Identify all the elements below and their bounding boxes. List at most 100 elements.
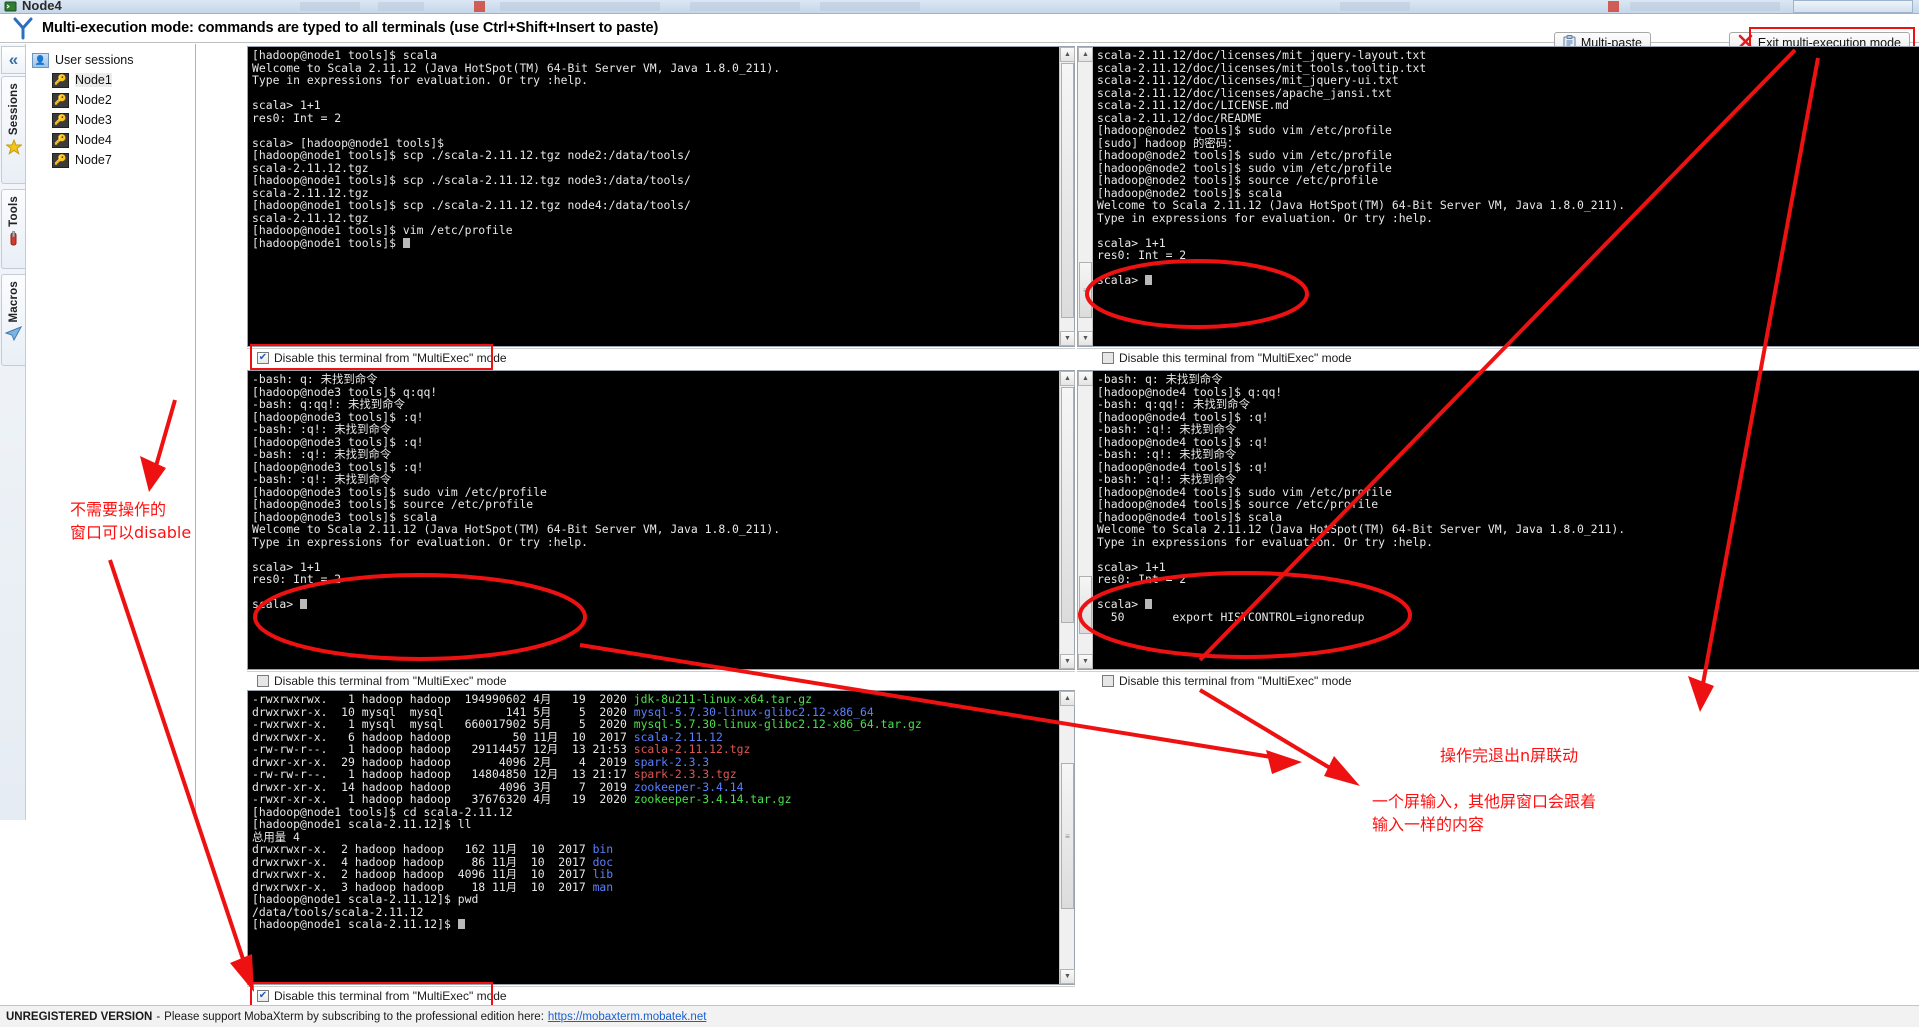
node4-disable-checkbox[interactable]	[1102, 674, 1114, 687]
node3-terminal[interactable]: -bash: q: 未找到命令 [hadoop@node3 tools]$ q:q…	[248, 371, 1058, 669]
node1-bottom-disable-checkbox[interactable]: ✔	[257, 989, 269, 1002]
node1-disable-checkbox[interactable]: ✔	[257, 351, 269, 364]
node1-bottom-terminal[interactable]: -rwxrwxrwx. 1 hadoop hadoop 194990602 4月…	[248, 691, 1058, 984]
sidebar-item-node2[interactable]: 🔑 Node2	[26, 90, 195, 110]
node1-bottom-scrollbar[interactable]: ▲ ≡ ▼	[1059, 691, 1075, 984]
terminal-line: -bash: :q!: 未找到命令	[252, 447, 392, 461]
node2-scrollbar[interactable]: ▲ ≡ ▼	[1078, 47, 1093, 346]
sidebar-item-node4[interactable]: 🔑 Node4	[26, 130, 195, 150]
arrow-head-sync-right	[1266, 750, 1302, 774]
scroll-up-icon[interactable]: ▲	[1078, 47, 1093, 62]
double-chevron-left-icon[interactable]: «	[1, 46, 25, 74]
terminal-cursor	[457, 919, 465, 929]
sidebar-item-node7[interactable]: 🔑 Node7	[26, 150, 195, 170]
terminal-filename: zookeeper-3.4.14.tar.gz	[633, 792, 792, 806]
node4-scroll-thumb[interactable]: ≡	[1079, 576, 1092, 634]
scroll-down-icon[interactable]: ▼	[1078, 331, 1093, 346]
terminal-line: [hadoop@node1 scala-2.11.12]$ pwd	[252, 892, 479, 906]
terminal-line: [hadoop@node1 tools]$ scp ./scala-2.11.1…	[252, 148, 691, 162]
window-chrome-strip: Node4	[0, 0, 1919, 14]
scroll-up-icon[interactable]: ▲	[1060, 47, 1075, 62]
scroll-up-icon[interactable]: ▲	[1078, 371, 1093, 386]
scroll-up-icon[interactable]: ▲	[1060, 691, 1075, 706]
terminal-line: Type in expressions for evaluation. Or t…	[252, 534, 589, 549]
node1-scroll-thumb[interactable]	[1061, 63, 1074, 318]
sidebar-item-label: Node4	[75, 133, 112, 147]
rail-group-tools[interactable]: Tools	[1, 189, 25, 269]
terminal-line: scala>	[1097, 598, 1919, 611]
node2-disable-checkbox[interactable]	[1102, 351, 1114, 364]
chrome-blur-1	[300, 2, 360, 11]
sessions-tree-panel: 👤 User sessions 🔑 Node1 🔑 Node2 🔑 Node3 …	[26, 44, 196, 820]
node3-scrollbar[interactable]: ▲ ▼	[1059, 371, 1075, 669]
chrome-blur-7	[1630, 2, 1780, 11]
terminal-line: scala-2.11.12/doc/licenses/mit_jquery-la…	[1097, 48, 1427, 62]
node3-scroll-thumb[interactable]	[1061, 387, 1074, 623]
node1-disable-checkbox-row[interactable]: ✔ Disable this terminal from "MultiExec"…	[247, 348, 1075, 366]
terminal-line: -bash: q: 未找到命令	[1097, 372, 1223, 386]
node1-bottom-disable-checkbox-row[interactable]: ✔ Disable this terminal from "MultiExec"…	[247, 986, 1075, 1004]
terminal-line: scala>	[1097, 274, 1919, 287]
terminal-cursor	[300, 599, 308, 609]
terminal-line: scala-2.11.12/doc/LICENSE.md	[1097, 98, 1290, 112]
scroll-down-icon[interactable]: ▼	[1060, 331, 1075, 346]
node1-bottom-terminal-frame: -rwxrwxrwx. 1 hadoop hadoop 194990602 4月…	[247, 690, 1075, 985]
annotation-sync-note: 一个屏输入，其他屏窗口会跟着 输入一样的内容	[1372, 792, 1597, 834]
terminal-line: 50 export HISTCONTROL=ignoredup	[1097, 609, 1365, 624]
window-control-buttons[interactable]	[1793, 0, 1913, 13]
terminal-line: Welcome to Scala 2.11.12 (Java HotSpot(T…	[252, 522, 781, 536]
mobaxterm-link[interactable]: https://mobaxterm.mobatek.net	[548, 1011, 707, 1023]
node4-disable-checkbox-row[interactable]: Disable this terminal from "MultiExec" m…	[1077, 671, 1919, 689]
node4-scrollbar[interactable]: ▲ ≡ ▼	[1078, 371, 1093, 669]
scroll-down-icon[interactable]: ▼	[1060, 654, 1075, 669]
terminal-line: -bash: :q!: 未找到命令	[1097, 472, 1237, 486]
scroll-down-icon[interactable]: ▼	[1078, 654, 1093, 669]
sidebar-item-label: Node7	[75, 153, 112, 167]
sidebar-item-node1[interactable]: 🔑 Node1	[26, 70, 195, 90]
terminal-line: scala> 1+1	[252, 98, 321, 112]
sidebar-item-node3[interactable]: 🔑 Node3	[26, 110, 195, 130]
terminal-line: [hadoop@node4 tools]$ source /etc/profil…	[1097, 497, 1379, 511]
node2-scroll-thumb[interactable]: ≡	[1079, 262, 1092, 318]
paper-plane-icon	[4, 326, 23, 344]
terminal-icon	[4, 0, 17, 13]
mobaxterm-y-logo	[12, 17, 34, 40]
scroll-up-icon[interactable]: ▲	[1060, 371, 1075, 386]
terminal-line: drwxrwxr-x. 2 hadoop hadoop 4096 11月 10 …	[252, 867, 614, 881]
terminal-line: -bash: :q!: 未找到命令	[252, 422, 392, 436]
chrome-blur-4	[690, 2, 800, 11]
node1-scrollbar[interactable]: ▲ ▼	[1059, 47, 1075, 346]
node1-terminal[interactable]: [hadoop@node1 tools]$ scala Welcome to Sc…	[248, 47, 1058, 346]
window-tab-title[interactable]: Node4	[22, 0, 62, 13]
rail-group-macros[interactable]: Macros	[1, 274, 25, 366]
terminal-cursor	[1145, 275, 1153, 285]
node3-disable-checkbox-row[interactable]: Disable this terminal from "MultiExec" m…	[247, 671, 1075, 689]
sessions-tree-root[interactable]: 👤 User sessions	[26, 50, 195, 70]
terminal-line: scala>	[252, 598, 1058, 611]
chrome-red-2	[1608, 1, 1619, 12]
node2-terminal-frame: ▲ ≡ ▼ scala-2.11.12/doc/licenses/mit_jqu…	[1077, 46, 1919, 347]
rail-group-sessions[interactable]: Sessions	[1, 76, 25, 184]
key-icon: 🔑	[52, 112, 69, 128]
terminal-line: [hadoop@node2 tools]$ sudo vim /etc/prof…	[1097, 123, 1392, 137]
terminal-line: [hadoop@node3 tools]$ source /etc/profil…	[252, 497, 534, 511]
node2-disable-checkbox-row[interactable]: Disable this terminal from "MultiExec" m…	[1077, 348, 1919, 366]
node1-bottom-scroll-thumb[interactable]: ≡	[1061, 763, 1074, 909]
terminal-line: -bash: q:qq!: 未找到命令	[252, 397, 405, 411]
multi-execution-header: Multi-execution mode: commands are typed…	[0, 14, 1919, 59]
node4-terminal[interactable]: -bash: q: 未找到命令 [hadoop@node4 tools]$ q:q…	[1093, 371, 1919, 669]
key-icon: 🔑	[52, 152, 69, 168]
rail-label-tools: Tools	[7, 196, 20, 227]
scroll-down-icon[interactable]: ▼	[1060, 969, 1075, 984]
node3-disable-checkbox[interactable]	[257, 674, 269, 687]
terminal-line: [hadoop@node1 tools]$ scp ./scala-2.11.1…	[252, 173, 691, 187]
sidebar-item-label: Node2	[75, 93, 112, 107]
rail-label-sessions: Sessions	[7, 83, 20, 136]
node2-terminal[interactable]: scala-2.11.12/doc/licenses/mit_jquery-la…	[1093, 47, 1919, 346]
terminal-line: -bash: :q!: 未找到命令	[1097, 422, 1237, 436]
terminal-line: res0: Int = 2	[1097, 248, 1187, 262]
